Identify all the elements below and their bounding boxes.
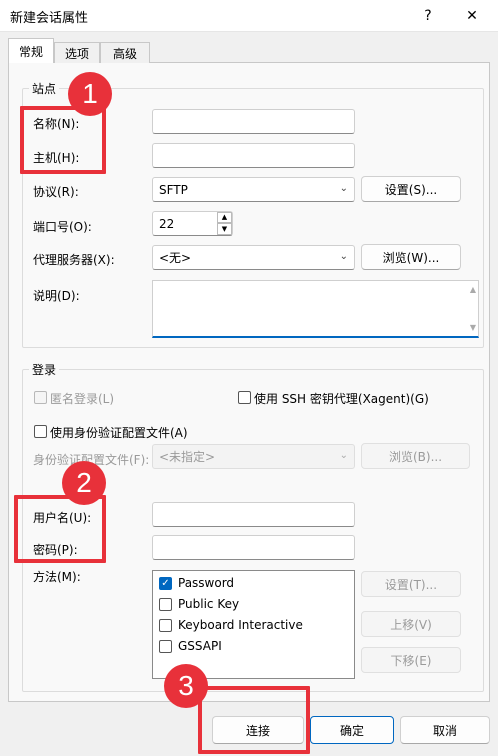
username-input[interactable] [152, 502, 355, 527]
method-label-keyboard: Keyboard Interactive [178, 618, 303, 632]
annotation-box-connect [198, 686, 310, 754]
tab-advanced[interactable]: 高级 [100, 42, 150, 63]
scroll-up-icon[interactable]: ▲ [470, 285, 476, 294]
proxy-browse-button[interactable]: 浏览(W)... [361, 244, 461, 270]
list-item[interactable]: Public Key [159, 597, 239, 611]
proxy-label: 代理服务器(X): [33, 253, 115, 267]
password-method-checkbox[interactable]: ✓ [159, 576, 172, 590]
port-label: 端口号(O): [33, 220, 92, 234]
spin-down-icon[interactable]: ▼ [217, 223, 232, 235]
description-label: 说明(D): [33, 289, 80, 303]
spin-up-icon[interactable]: ▲ [217, 212, 232, 223]
list-item[interactable]: GSSAPI [159, 639, 222, 653]
ssh-agent-checkbox[interactable] [238, 391, 251, 404]
method-label-password: Password [178, 576, 235, 590]
chevron-down-icon: ⌄ [339, 450, 348, 461]
auth-file-browse-button[interactable]: 浏览(B)... [361, 443, 470, 469]
site-group-label: 站点 [29, 80, 60, 97]
login-group-label: 登录 [29, 361, 60, 378]
method-label-gssapi: GSSAPI [178, 639, 222, 653]
chevron-down-icon: ⌄ [339, 183, 348, 194]
method-list: ✓ Password Public Key Keyboard Interacti… [152, 570, 355, 679]
close-icon[interactable]: ✕ [458, 4, 486, 28]
auth-profile-checkbox[interactable] [34, 425, 47, 438]
protocol-settings-button[interactable]: 设置(S)... [361, 176, 461, 202]
auth-profile-label: 使用身份验证配置文件(A) [50, 426, 188, 440]
method-label: 方法(M): [33, 570, 81, 584]
annotation-box-login [14, 495, 106, 563]
annotation-box-site [20, 106, 106, 174]
gssapi-method-checkbox[interactable] [159, 639, 172, 653]
protocol-label: 协议(R): [33, 185, 79, 199]
tab-general[interactable]: 常规 [8, 38, 54, 63]
protocol-value: SFTP [159, 182, 188, 197]
list-item[interactable]: Keyboard Interactive [159, 618, 303, 632]
proxy-value: <无> [159, 251, 192, 265]
description-textarea[interactable]: ▲ ▼ [152, 280, 479, 338]
port-value: 22 [159, 216, 175, 231]
auth-file-select[interactable]: <未指定> ⌄ [152, 444, 355, 469]
method-settings-button[interactable]: 设置(T)... [361, 571, 461, 597]
auth-file-value: <未指定> [159, 450, 216, 464]
annotation-badge-3: 3 [164, 664, 208, 708]
move-down-button[interactable]: 下移(E) [361, 647, 461, 673]
host-input[interactable] [152, 143, 355, 168]
method-label-publickey: Public Key [178, 597, 240, 611]
anonymous-checkbox[interactable] [34, 391, 47, 404]
help-button[interactable]: ? [414, 4, 442, 28]
proxy-select[interactable]: <无> ⌄ [152, 245, 355, 270]
window-title: 新建会话属性 [10, 11, 89, 26]
name-input[interactable] [152, 109, 355, 134]
password-input[interactable] [152, 535, 355, 560]
chevron-down-icon: ⌄ [339, 251, 348, 262]
publickey-method-checkbox[interactable] [159, 597, 172, 611]
ssh-agent-label: 使用 SSH 密钥代理(Xagent)(G) [254, 392, 429, 406]
list-item[interactable]: ✓ Password [159, 576, 234, 590]
port-spinner[interactable]: ▲ ▼ [217, 212, 232, 235]
cancel-button[interactable]: 取消 [400, 716, 490, 744]
ok-button[interactable]: 确定 [310, 716, 394, 744]
keyboard-method-checkbox[interactable] [159, 618, 172, 632]
annotation-badge-1: 1 [68, 72, 112, 116]
annotation-badge-2: 2 [62, 461, 106, 505]
anonymous-label: 匿名登录(L) [50, 392, 115, 406]
scroll-down-icon[interactable]: ▼ [470, 323, 476, 332]
move-up-button[interactable]: 上移(V) [361, 611, 461, 637]
tab-options[interactable]: 选项 [54, 42, 100, 63]
protocol-select[interactable]: SFTP ⌄ [152, 177, 355, 202]
title-bar: 新建会话属性 ? ✕ [0, 0, 498, 32]
